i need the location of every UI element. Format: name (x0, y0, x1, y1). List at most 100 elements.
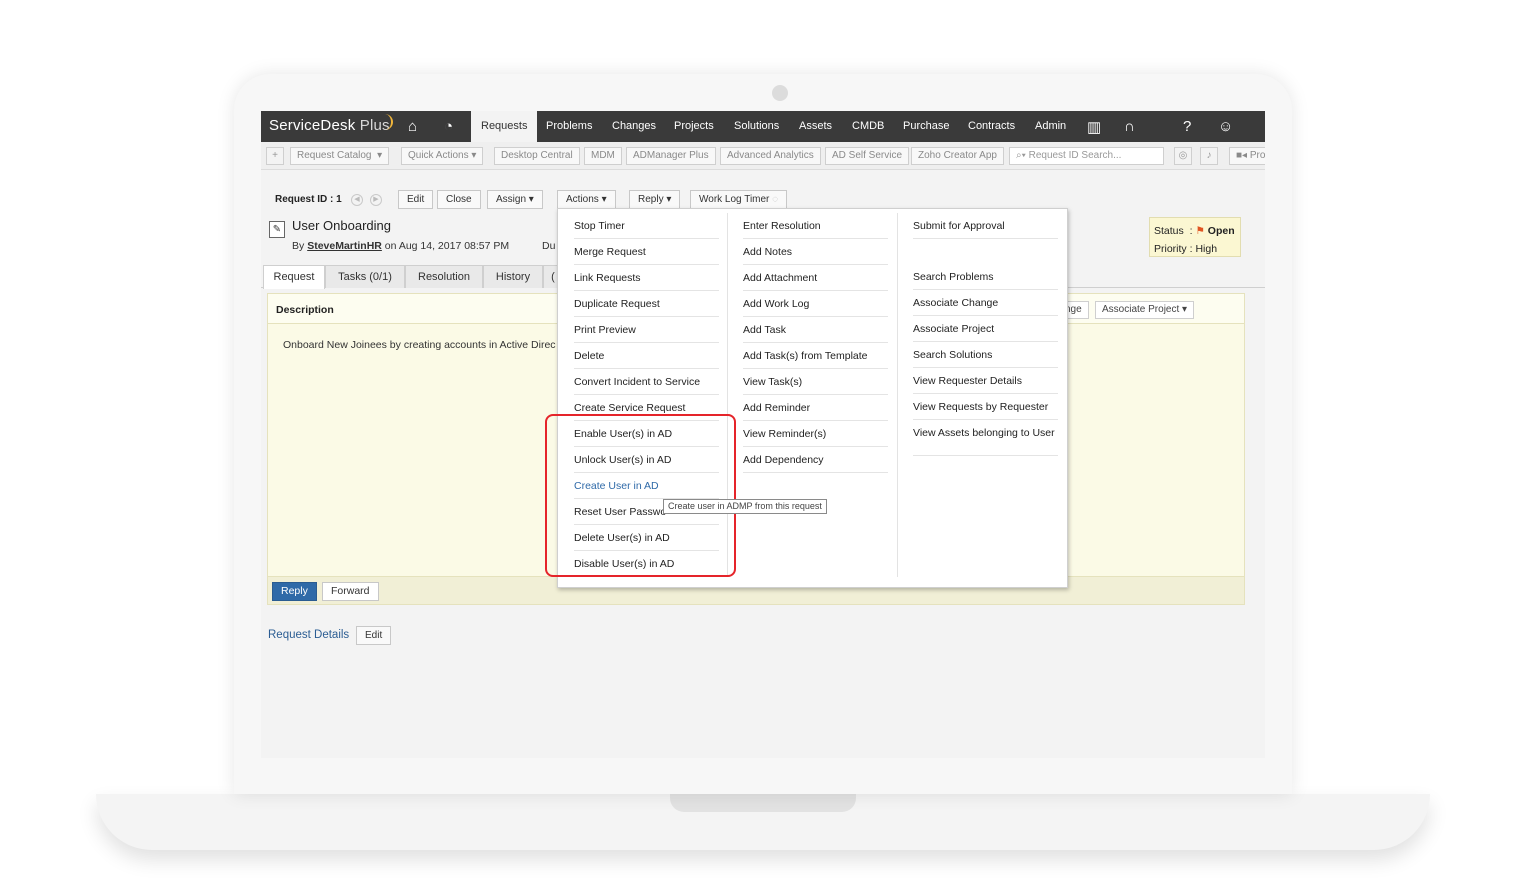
ad-self-service-button[interactable]: AD Self Service (825, 147, 910, 165)
menu-add-reminder[interactable]: Add Reminder (743, 395, 888, 421)
request-catalog-label: Request Catalog (297, 150, 372, 161)
nav-problems[interactable]: Problems (536, 111, 602, 142)
menu-submit-for-approval[interactable]: Submit for Approval (913, 213, 1058, 239)
menu-add-tasks-from-template[interactable]: Add Task(s) from Template (743, 343, 888, 369)
nav-requests[interactable]: Requests (471, 111, 538, 142)
requester-link[interactable]: SteveMartinHR (307, 240, 382, 252)
menu-merge-request[interactable]: Merge Request (574, 239, 719, 265)
pro-button[interactable]: ■◂ Pro (1229, 147, 1265, 165)
menu-print-preview[interactable]: Print Preview (574, 317, 719, 343)
chevron-down-icon: ▾ (471, 150, 477, 161)
zoho-creator-button[interactable]: Zoho Creator App (911, 147, 1004, 165)
menu-label: Stop Timer (574, 220, 625, 232)
nav-solutions[interactable]: Solutions (724, 111, 789, 142)
reply-button[interactable]: Reply (272, 582, 317, 601)
menu-label: Add Attachment (743, 272, 818, 284)
nav-contracts[interactable]: Contracts (958, 111, 1025, 142)
app-screen: ServiceDesk Plus ⌂ ◔ Requests Problems C… (261, 111, 1265, 758)
associate-project-button[interactable]: Associate Project ▾ (1095, 301, 1195, 319)
request-id-search[interactable]: ⌕▾ Request ID Search... (1009, 147, 1164, 165)
flag-icon: ⚑ (1195, 225, 1205, 237)
laptop-notch (670, 794, 856, 812)
menu-add-attachment[interactable]: Add Attachment (743, 265, 888, 291)
menu-convert-incident[interactable]: Convert Incident to Service (574, 369, 719, 395)
quick-actions-label: Quick Actions (408, 150, 469, 161)
menu-label: View Requests by Requester (913, 401, 1049, 413)
status-box: Status : ⚑ Open Priority : High (1149, 217, 1241, 257)
nav-changes[interactable]: Changes (602, 111, 666, 142)
forward-button[interactable]: Forward (322, 582, 379, 601)
tab-request[interactable]: Request (263, 265, 325, 289)
reports-icon[interactable]: ▥ (1087, 118, 1101, 136)
edit-note-icon: ✎ (269, 221, 285, 238)
mdm-button[interactable]: MDM (584, 147, 622, 165)
headset-icon[interactable]: ∩ (1124, 118, 1135, 135)
menu-view-tasks[interactable]: View Task(s) (743, 369, 888, 395)
work-log-timer-label: Work Log Timer (699, 194, 770, 205)
tab-resolution[interactable]: Resolution (405, 265, 483, 288)
chevron-down-icon: ▾ (1182, 304, 1188, 315)
tab-history[interactable]: History (483, 265, 543, 288)
menu-label: Link Requests (574, 272, 641, 284)
quick-actions-button[interactable]: Quick Actions ▾ (401, 147, 484, 165)
chevron-down-icon: ▾ (528, 194, 534, 205)
menu-add-work-log[interactable]: Add Work Log (743, 291, 888, 317)
menu-add-notes[interactable]: Add Notes (743, 239, 888, 265)
user-icon[interactable]: ☺ (1218, 118, 1233, 135)
menu-associate-change[interactable]: Associate Change (913, 290, 1058, 316)
brand-swoosh-icon (381, 114, 393, 130)
menu-add-task[interactable]: Add Task (743, 317, 888, 343)
request-catalog-button[interactable]: Request Catalog ▾ (290, 147, 390, 165)
search-icon: ⌕▾ (1016, 150, 1026, 161)
pro-label: Pro (1249, 150, 1265, 161)
status-row: Status : ⚑ Open (1154, 225, 1235, 237)
menu-stop-timer[interactable]: Stop Timer (574, 213, 719, 239)
home-icon[interactable]: ⌂ (408, 118, 417, 135)
dashboard-icon[interactable]: ◔ (444, 118, 453, 135)
nav-admin[interactable]: Admin (1025, 111, 1076, 142)
menu-delete[interactable]: Delete (574, 343, 719, 369)
request-details-heading[interactable]: Request Details (268, 629, 349, 641)
menu-associate-project[interactable]: Associate Project (913, 316, 1058, 342)
tab-tasks[interactable]: Tasks (0/1) (325, 265, 405, 288)
menu-label: Add Task(s) from Template (743, 350, 868, 362)
bell-icon[interactable]: ♪ (1200, 147, 1218, 165)
actions-button[interactable]: Actions ▾ (557, 190, 616, 209)
description-text: Onboard New Joinees by creating accounts… (283, 339, 556, 351)
help-icon[interactable]: ? (1183, 118, 1191, 135)
menu-label: Add Reminder (743, 402, 811, 414)
nav-cmdb[interactable]: CMDB (842, 111, 894, 142)
advanced-analytics-button[interactable]: Advanced Analytics (720, 147, 821, 165)
admanager-button[interactable]: ADManager Plus (626, 147, 716, 165)
menu-add-dependency[interactable]: Add Dependency (743, 447, 888, 473)
menu-search-solutions[interactable]: Search Solutions (913, 342, 1058, 368)
prev-request-icon[interactable]: ◀ (351, 194, 363, 206)
nav-assets[interactable]: Assets (789, 111, 842, 142)
menu-link-requests[interactable]: Link Requests (574, 265, 719, 291)
menu-view-reminders[interactable]: View Reminder(s) (743, 421, 888, 447)
next-request-icon[interactable]: ▶ (370, 194, 382, 206)
scan-icon[interactable]: ◎ (1174, 147, 1192, 165)
menu-label: View Assets belonging to User (913, 427, 1055, 439)
reply-dropdown-button[interactable]: Reply ▾ (629, 190, 681, 209)
desktop-central-button[interactable]: Desktop Central (494, 147, 580, 165)
request-details-edit-button[interactable]: Edit (356, 626, 392, 645)
menu-label: Submit for Approval (913, 220, 1005, 232)
new-request-icon[interactable]: + (266, 147, 284, 165)
menu-enter-resolution[interactable]: Enter Resolution (743, 213, 888, 239)
menu-duplicate-request[interactable]: Duplicate Request (574, 291, 719, 317)
actions-label: Actions (566, 194, 599, 205)
close-button[interactable]: Close (437, 190, 481, 209)
menu-view-requests-by-requester[interactable]: View Requests by Requester (913, 394, 1058, 420)
nav-projects[interactable]: Projects (664, 111, 724, 142)
chevron-down-icon: ▾ (666, 194, 672, 205)
edit-button[interactable]: Edit (398, 190, 434, 209)
nav-purchase[interactable]: Purchase (893, 111, 959, 142)
menu-view-requester-details[interactable]: View Requester Details (913, 368, 1058, 394)
brand-logo[interactable]: ServiceDesk Plus (269, 117, 390, 134)
menu-search-problems[interactable]: Search Problems (913, 264, 1058, 290)
work-log-timer-button[interactable]: Work Log Timer ◌ (690, 190, 788, 209)
assign-button[interactable]: Assign ▾ (487, 190, 543, 209)
menu-view-assets-by-user[interactable]: View Assets belonging to User (913, 420, 1058, 456)
request-id: Request ID : 1 (275, 194, 342, 205)
